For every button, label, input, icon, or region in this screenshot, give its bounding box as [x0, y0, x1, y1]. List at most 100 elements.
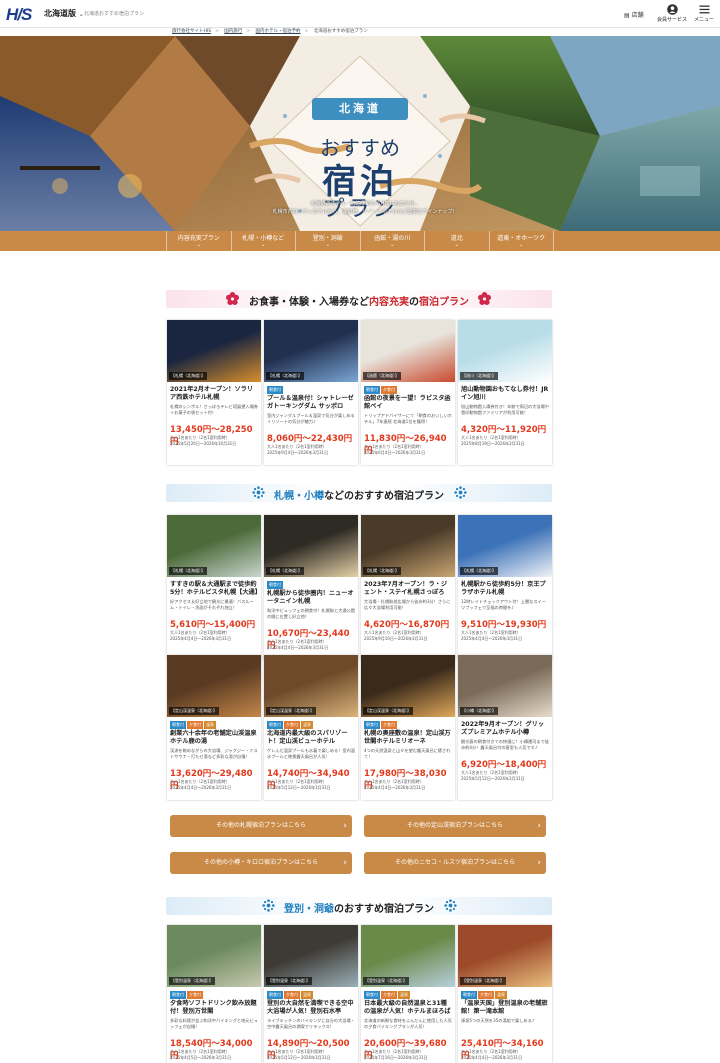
hotel-card[interactable]: 【定山渓温泉（北海道）】 朝食付 夕食付 札幌の奥座敷の温泉！定山渓万世閣ホテルミリオ… [361, 655, 455, 800]
hotel-card[interactable]: 【札幌（北海道）】 2021年2月オープン！ソラリア西鉄ホテル札幌 札幌のシンボル！… [167, 320, 261, 465]
category-label: 内容充実プラン [177, 235, 220, 242]
price-condition: 大人1名あたり（2名1室利用時） [461, 1049, 521, 1054]
price-range: 9,510円〜19,930円 [461, 620, 547, 630]
section-heading-text: お食事・体験・入場券など [249, 297, 369, 308]
hotel-name[interactable]: 函館の夜景を一望！ラビスタ函館ベイ [364, 395, 452, 410]
hotel-card[interactable]: 【札幌（北海道）】朝食付 プール＆温泉付！シャトレーゼ ガトーキングダム サッポロ… [264, 320, 358, 465]
menu-button[interactable]: メニュー [694, 4, 714, 23]
chevron-down-icon: ⌄ [390, 242, 395, 248]
price-condition: 大人1名あたり（2名1室利用時） [170, 630, 230, 635]
chevron-right-icon: › [343, 821, 347, 831]
hotel-name[interactable]: 北海道内最大級のスパリゾート！定山渓ビューホテル [267, 730, 355, 745]
hamburger-icon [699, 5, 709, 14]
badge-group: 朝食付 夕食付 温泉 [461, 991, 507, 999]
hotel-card[interactable]: 【登別温泉（北海道）】 朝食付 夕食付 温泉 登別の大自然を満喫できる空中大浴場が人気！… [264, 925, 358, 1063]
category-tab[interactable]: 道北 ⌄ [424, 231, 489, 251]
price-range: 8,060円〜22,430円 [267, 434, 353, 444]
hotel-photo[interactable]: 【札幌（北海道）】 [264, 320, 358, 382]
breadcrumb-item[interactable]: 国内ホテル・宿泊予約 [256, 29, 301, 34]
hotel-name[interactable]: 札幌駅から徒歩圏内！ニューオータニイン札幌 [267, 590, 355, 605]
more-otaru-kiroro-button[interactable]: その他の小樽・キロロ宿泊プランはこちら › [170, 852, 352, 874]
hotel-name[interactable]: 札幌駅から徒歩約5分！京王プラザホテル札幌 [461, 581, 549, 596]
area-tag: 【札幌（北海道）】 [363, 567, 401, 575]
button-label: その他の小樽・キロロ宿泊プランはこちら [203, 859, 318, 866]
hotel-photo[interactable]: 【登別温泉（北海道）】 [167, 925, 261, 987]
region-selector[interactable]: 北海道版 ⌄ [44, 8, 84, 19]
hotel-photo[interactable]: 【札幌（北海道）】 [167, 320, 261, 382]
meal-badge: 夕食付 [187, 991, 203, 999]
category-tab[interactable]: 函館・湯の川 ⌄ [359, 231, 425, 251]
hotel-photo[interactable]: 【登別温泉（北海道）】 [458, 925, 552, 987]
hotel-name[interactable]: 2021年2月オープン！ソラリア西鉄ホテル札幌 [170, 386, 258, 401]
hotel-photo[interactable]: 【札幌（北海道）】 [264, 515, 358, 577]
hotel-name[interactable]: 夕食時ソフトドリンク飲み放題付！登別万世閣 [170, 1000, 258, 1015]
hotel-name[interactable]: プール＆温泉付！シャトレーゼ ガトーキングダム サッポロ [267, 395, 355, 410]
hotel-card[interactable]: 【登別温泉（北海道）】朝食付 夕食付 温泉 日本最大級の自然温泉と31種の温泉が人気！… [361, 925, 455, 1063]
hotel-name[interactable]: 旭山動物園おもてなし券付！JRイン旭川 [461, 386, 549, 401]
hotel-photo[interactable]: 【小樽（北海道）】 [458, 655, 552, 717]
more-niseko-rusutsu-button[interactable]: その他のニセコ・ルスツ宿泊プランはこちら › [364, 852, 546, 874]
breadcrumb-item[interactable]: 国内旅行 [224, 29, 242, 34]
meal-badge: 朝食付 [170, 721, 186, 729]
his-logo[interactable]: H/S [6, 5, 32, 25]
hotel-name[interactable]: すすきの駅＆大通駅まで徒歩約5分！ホテルビスタ札幌【大通】 [170, 581, 261, 596]
hotel-card[interactable]: 【札幌（北海道）】 2023年7月オープン！ラ・ジェント・ステイ札幌さっぽろ 大浴場… [361, 515, 455, 660]
meal-badge: 朝食付 [267, 386, 283, 394]
hotel-name[interactable]: 登別の大自然を満喫できる空中大浴場が人気！登別石水亭 [267, 1000, 355, 1015]
meal-badge: 夕食付 [381, 991, 397, 999]
more-sapporo-button[interactable]: その他の札幌宿泊プランはこちら › [170, 815, 352, 837]
hotel-card[interactable]: 【定山渓温泉（北海道）】 朝食付 夕食付 温泉 北海道内最大級のスパリゾート！定山渓ビュ… [264, 655, 358, 800]
hotel-photo[interactable]: 【登別温泉（北海道）】 [264, 925, 358, 987]
hotel-card[interactable]: 【小樽（北海道）】 2022年9月オープン！グリッズプレミアムホテル小樽 観光客の朝… [458, 655, 552, 800]
hotel-photo[interactable]: 【定山渓温泉（北海道）】 [361, 655, 455, 717]
breadcrumb-item[interactable]: 旅行会社サイトHIS [172, 29, 211, 34]
hotel-card[interactable]: 【札幌（北海道）】 札幌駅から徒歩約5分！京王プラザホテル札幌 12時レイトチェック… [458, 515, 552, 660]
hotel-card[interactable]: 【旭川（北海道）】旭山動物園おもてなし券付！JRイン旭川旭山動物園入場券付き！年… [458, 320, 552, 465]
hotel-photo[interactable]: 【定山渓温泉（北海道）】 [264, 655, 358, 717]
store-link[interactable]: ▤ 店舗 [624, 10, 644, 19]
hotel-photo[interactable]: 【函館（北海道）】 [361, 320, 455, 382]
hotel-name[interactable]: 創業六十余年の老舗定山渓温泉 ホテル鹿の湯 [170, 730, 258, 745]
meal-badge: 夕食付 [478, 991, 494, 999]
hotel-name[interactable]: 札幌の奥座敷の温泉！定山渓万世閣ホテルミリオーネ [364, 730, 452, 745]
section-heading-highlight: 札幌・小樽 [274, 491, 324, 502]
meal-badge: 温泉 [301, 721, 313, 729]
category-tab[interactable]: 札幌・小樽など ⌄ [230, 231, 296, 251]
price-condition: 大人1名あたり（2名1室利用時） [364, 630, 424, 635]
category-tab[interactable]: 道東・オホーツク ⌄ [488, 231, 554, 251]
category-tab[interactable]: 内容充実プラン ⌄ [166, 231, 231, 251]
hotel-photo[interactable]: 【札幌（北海道）】 [361, 515, 455, 577]
hotel-card[interactable]: 【登別温泉（北海道）】 朝食付 夕食付 夕食時ソフトドリンク飲み放題付！登別万世閣 多彩… [167, 925, 261, 1063]
hotel-description: 旭山動物園入場券付き！年齢で周辺の大浴場や雪印動物園ファミリアが利用可能！ [461, 404, 549, 415]
breadcrumb-current: 北海道おすすめ宿泊プラン [313, 29, 368, 34]
hotel-photo[interactable]: 【札幌（北海道）】 [167, 515, 261, 577]
hotel-photo[interactable]: 【旭川（北海道）】 [458, 320, 552, 382]
section-heading-text: の [409, 297, 419, 308]
badge-group: 朝食付 夕食付 温泉 [364, 991, 410, 999]
hotel-name[interactable]: 日本最大級の自然温泉と31種の温泉が人気！ホテルまほろば [364, 1000, 452, 1015]
chevron-right-icon: › [537, 821, 541, 831]
meal-badge: 夕食付 [284, 721, 300, 729]
plan-period: 2025年4月4日〜2026年3月31日 [364, 785, 426, 790]
hotel-photo[interactable]: 【登別温泉（北海道）】 [361, 925, 455, 987]
hotel-card[interactable]: 【登別温泉（北海道）】朝食付 夕食付 温泉 「温泉天国」登別温泉の老舗旅館！第一滝本館… [458, 925, 552, 1063]
hotel-name[interactable]: 「温泉天国」登別温泉の老舗旅館！第一滝本館 [461, 1000, 549, 1015]
hotel-name[interactable]: 2022年9月オープン！グリッズプレミアムホテル小樽 [461, 721, 549, 736]
hotel-card[interactable]: 【函館（北海道）】 朝食付 夕食付 函館の夜景を一望！ラビスタ函館ベイ トリップアドバイ… [361, 320, 455, 465]
hotel-card[interactable]: 【札幌（北海道）】 すすきの駅＆大通駅まで徒歩約5分！ホテルビスタ札幌【大通】 好ア… [167, 515, 261, 660]
hotel-photo[interactable]: 【定山渓温泉（北海道）】 [167, 655, 261, 717]
member-service-button[interactable]: 会員サービス [657, 4, 687, 23]
price-condition: 大人1名あたり（2名1室利用時） [170, 779, 230, 784]
category-tab[interactable]: 登別・洞爺 ⌄ [295, 231, 360, 251]
meal-badge: 朝食付 [364, 721, 380, 729]
hotel-card[interactable]: 【札幌（北海道）】 朝食付 札幌駅から徒歩圏内！ニューオータニイン札幌 和洋中ビュッフ… [264, 515, 358, 660]
hotel-name[interactable]: 2023年7月オープン！ラ・ジェント・ステイ札幌さっぽろ [364, 581, 452, 596]
price-condition: 大人1名あたり（2名1室利用時） [267, 1049, 327, 1054]
button-label: その他の定山渓宿泊プランはこちら [406, 822, 503, 829]
hotel-card[interactable]: 【定山渓温泉（北海道）】 朝食付 夕食付 温泉 創業六十余年の老舗定山渓温泉 ホテル鹿の… [167, 655, 261, 800]
hotel-photo[interactable]: 【札幌（北海道）】 [458, 515, 552, 577]
price-condition: 大人1名あたり（2名1室利用時） [267, 444, 327, 449]
area-tag: 【登別温泉（北海道）】 [169, 977, 215, 985]
plan-period: 2025年7月16日〜2026年3月31日 [364, 1055, 428, 1060]
more-jozankei-button[interactable]: その他の定山渓宿泊プランはこちら › [364, 815, 546, 837]
